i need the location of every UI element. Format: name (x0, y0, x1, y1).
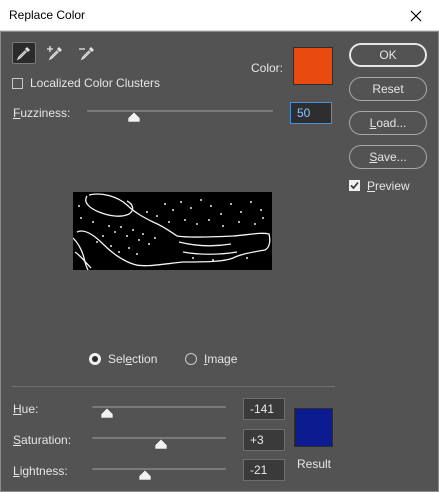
load-button[interactable]: Load... (349, 111, 427, 135)
eyedropper-plus-icon (47, 46, 62, 61)
saturation-label: Saturation: (13, 433, 72, 447)
close-button[interactable] (393, 0, 439, 31)
eyedropper-tool[interactable] (12, 42, 36, 64)
hue-input[interactable]: -141 (243, 398, 285, 420)
selection-preview-thumbnail (73, 192, 272, 270)
divider (12, 386, 335, 387)
checkmark-icon (350, 181, 359, 190)
hue-label: Hue: (13, 402, 39, 416)
result-label: Result (297, 457, 332, 471)
eyedropper-minus-icon (79, 47, 94, 61)
save-button[interactable]: Save... (349, 145, 427, 169)
saturation-input[interactable]: +3 (243, 429, 285, 451)
eyedropper-icon (16, 47, 30, 61)
fuzziness-input[interactable]: 50 (290, 102, 332, 124)
reset-button[interactable]: Reset (349, 77, 427, 101)
lightness-slider-track[interactable] (92, 468, 226, 470)
image-radio[interactable] (185, 353, 197, 365)
fuzziness-slider-handle[interactable] (127, 112, 140, 122)
localized-color-clusters-checkbox[interactable] (12, 78, 23, 89)
color-label: Color: (251, 61, 284, 75)
eyedropper-add-tool[interactable] (44, 42, 68, 64)
fuzziness-slider-track[interactable] (87, 110, 273, 112)
close-icon (410, 10, 422, 21)
hue-slider-handle[interactable] (100, 408, 113, 418)
image-radio-label: Image (204, 352, 238, 366)
lightness-slider-handle[interactable] (138, 470, 151, 480)
color-swatch[interactable] (293, 47, 333, 85)
result-swatch[interactable] (294, 408, 333, 447)
title-bar: Replace Color (0, 0, 439, 31)
window-title: Replace Color (9, 8, 86, 22)
preview-label: Preview (367, 179, 410, 193)
localized-color-clusters-label: Localized Color Clusters (30, 76, 161, 90)
preview-checkbox[interactable] (349, 180, 360, 191)
lightness-label: Lightness: (13, 464, 68, 478)
lightness-input[interactable]: -21 (243, 459, 285, 481)
eyedropper-subtract-tool[interactable] (76, 42, 100, 64)
selection-radio[interactable] (89, 353, 101, 365)
ok-button[interactable]: OK (349, 43, 427, 67)
selection-radio-label: Selection (108, 352, 158, 366)
fuzziness-label: Fuzziness: (13, 106, 71, 120)
saturation-slider-handle[interactable] (155, 439, 167, 449)
